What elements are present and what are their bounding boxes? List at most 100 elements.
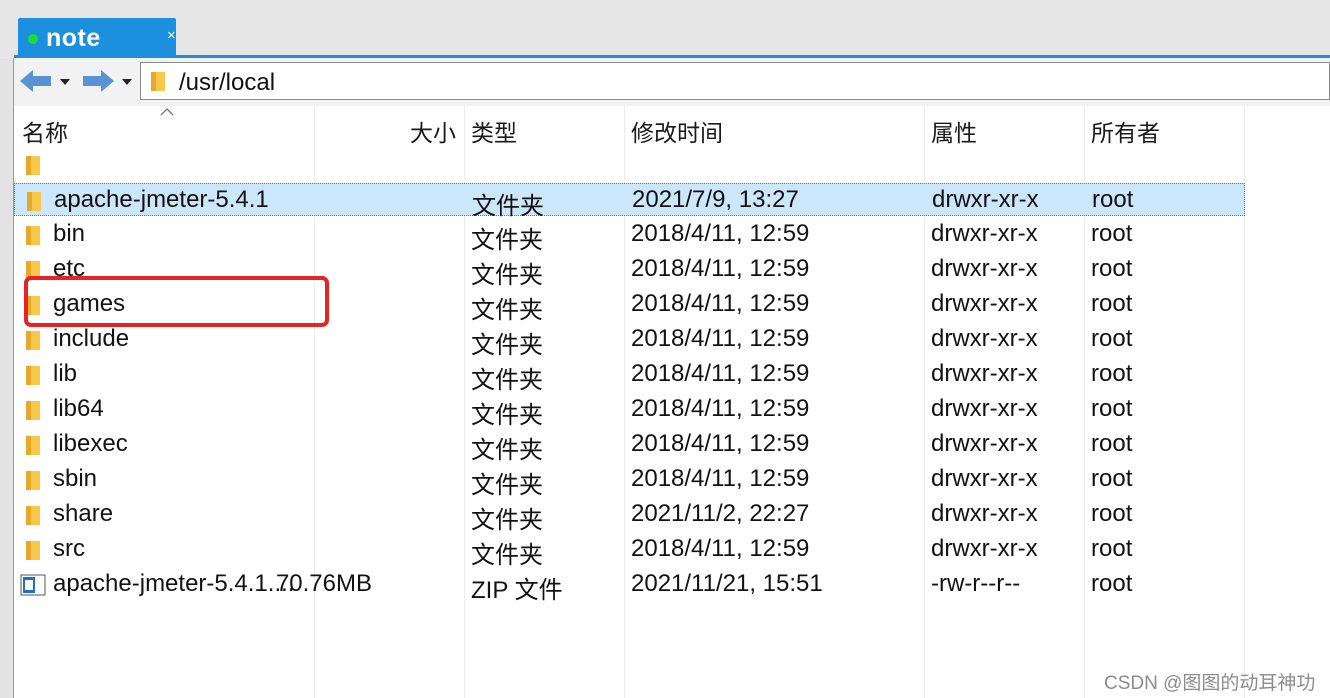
file-owner: root: [1091, 255, 1133, 282]
file-modified: 2018/4/11, 12:59: [631, 535, 810, 562]
file-modified: 2018/4/11, 12:59: [631, 325, 810, 352]
navigation-toolbar: /usr/local: [14, 58, 1330, 106]
folder-icon: [24, 153, 46, 182]
file-list[interactable]: 名称 大小 类型 修改时间 属性 所有者 apache-jmeter-5.4.1…: [14, 106, 1330, 698]
file-owner: root: [1092, 186, 1134, 213]
table-row[interactable]: include 文件夹 2018/4/11, 12:59 drwxr-xr-x root: [14, 323, 1245, 359]
file-modified: 2021/11/2, 22:27: [631, 500, 810, 527]
file-type: 文件夹: [472, 193, 544, 220]
folder-icon: [24, 468, 46, 497]
file-name: apache-jmeter-5.4.1: [54, 186, 269, 213]
file-name: lib64: [53, 395, 104, 422]
forward-button[interactable]: [80, 66, 136, 96]
folder-icon: [24, 293, 46, 322]
connection-status-icon: [28, 34, 38, 44]
table-row[interactable]: etc 文件夹 2018/4/11, 12:59 drwxr-xr-x root: [14, 253, 1245, 289]
file-name: sbin: [53, 465, 98, 492]
file-attributes: drwxr-xr-x: [931, 220, 1038, 247]
table-row[interactable]: src 文件夹 2018/4/11, 12:59 drwxr-xr-x root: [14, 533, 1245, 569]
file-modified: 2018/4/11, 12:59: [631, 395, 810, 422]
file-owner: root: [1091, 430, 1133, 457]
file-name: bin: [53, 220, 86, 247]
file-modified: 2018/4/11, 12:59: [631, 465, 810, 492]
file-size: 70.76MB: [275, 570, 372, 597]
file-owner: root: [1091, 325, 1133, 352]
file-attributes: drwxr-xr-x: [931, 290, 1038, 317]
watermark: CSDN @图图的动耳神功: [1104, 673, 1316, 694]
folder-icon: [25, 189, 47, 218]
column-header-modified[interactable]: 修改时间: [631, 114, 723, 148]
caret-down-icon[interactable]: [122, 79, 132, 85]
file-name: include: [53, 325, 130, 352]
arrow-left-icon: [20, 70, 51, 92]
table-row[interactable]: libexec 文件夹 2018/4/11, 12:59 drwxr-xr-x root: [14, 428, 1245, 464]
file-owner: root: [1091, 290, 1133, 317]
table-row[interactable]: apache-jmeter-5.4.1 文件夹 2021/7/9, 13:27 drw…: [14, 183, 1245, 220]
folder-icon: [24, 363, 46, 392]
caret-down-icon[interactable]: [60, 79, 70, 85]
file-attributes: drwxr-xr-x: [931, 430, 1038, 457]
sort-ascending-icon: [160, 108, 174, 116]
back-button[interactable]: [18, 66, 74, 96]
column-header-size[interactable]: 大小: [410, 114, 456, 148]
file-type: 文件夹: [471, 297, 543, 324]
column-header-type[interactable]: 类型: [471, 114, 517, 148]
file-owner: root: [1091, 570, 1133, 597]
folder-icon: [24, 398, 46, 427]
folder-icon: [24, 258, 46, 287]
table-row[interactable]: bin 文件夹 2018/4/11, 12:59 drwxr-xr-x root: [14, 218, 1245, 254]
table-row[interactable]: sbin 文件夹 2018/4/11, 12:59 drwxr-xr-x root: [14, 463, 1245, 499]
folder-icon: [24, 328, 46, 357]
file-modified: 2018/4/11, 12:59: [631, 290, 810, 317]
file-attributes: drwxr-xr-x: [932, 186, 1039, 213]
folder-icon: [24, 538, 46, 567]
arrow-right-icon: [83, 70, 114, 92]
file-modified: 2021/11/21, 15:51: [631, 570, 823, 597]
file-name: etc: [53, 255, 86, 282]
table-row[interactable]: [14, 148, 1245, 181]
file-attributes: drwxr-xr-x: [931, 255, 1038, 282]
file-attributes: drwxr-xr-x: [931, 360, 1038, 387]
file-owner: root: [1091, 500, 1133, 527]
file-owner: root: [1091, 220, 1133, 247]
table-row[interactable]: games 文件夹 2018/4/11, 12:59 drwxr-xr-x root: [14, 288, 1245, 324]
folder-icon: [24, 503, 46, 532]
left-frame: [0, 58, 14, 698]
file-attributes: -rw-r--r--: [931, 570, 1021, 597]
column-header-owner[interactable]: 所有者: [1091, 114, 1160, 148]
column-header-name[interactable]: 名称: [22, 114, 68, 148]
file-type: 文件夹: [471, 542, 543, 569]
file-type: 文件夹: [471, 437, 543, 464]
address-path[interactable]: /usr/local: [179, 69, 275, 97]
column-header-row: 名称 大小 类型 修改时间 属性 所有者: [14, 106, 1330, 150]
file-attributes: drwxr-xr-x: [931, 395, 1038, 422]
file-name: games: [53, 290, 126, 317]
file-owner: root: [1091, 360, 1133, 387]
file-attributes: drwxr-xr-x: [931, 535, 1038, 562]
tab-title: note: [46, 24, 101, 52]
file-modified: 2018/4/11, 12:59: [631, 255, 810, 282]
file-name: lib: [53, 360, 78, 387]
file-modified: 2018/4/11, 12:59: [631, 360, 810, 387]
file-name: share: [53, 500, 114, 527]
file-name: apache-jmeter-5.4.1....: [53, 570, 295, 597]
table-row[interactable]: share 文件夹 2021/11/2, 22:27 drwxr-xr-x root: [14, 498, 1245, 534]
folder-icon: [151, 72, 165, 91]
file-attributes: drwxr-xr-x: [931, 325, 1038, 352]
file-type: 文件夹: [471, 507, 543, 534]
table-row[interactable]: apache-jmeter-5.4.1.... 70.76MB ZIP 文件 2021…: [14, 568, 1245, 604]
close-icon[interactable]: ×: [167, 28, 176, 43]
file-type: 文件夹: [471, 332, 543, 359]
table-row[interactable]: lib 文件夹 2018/4/11, 12:59 drwxr-xr-x root: [14, 358, 1245, 394]
file-owner: root: [1091, 465, 1133, 492]
file-attributes: drwxr-xr-x: [931, 500, 1038, 527]
folder-icon: [24, 223, 46, 252]
file-name: src: [53, 535, 85, 562]
file-type: 文件夹: [471, 262, 543, 289]
file-owner: root: [1091, 395, 1133, 422]
tab-note[interactable]: note ×: [18, 18, 176, 57]
table-row[interactable]: lib64 文件夹 2018/4/11, 12:59 drwxr-xr-x root: [14, 393, 1245, 429]
file-owner: root: [1091, 535, 1133, 562]
column-header-attributes[interactable]: 属性: [931, 114, 977, 148]
address-bar[interactable]: /usr/local: [140, 62, 1330, 100]
